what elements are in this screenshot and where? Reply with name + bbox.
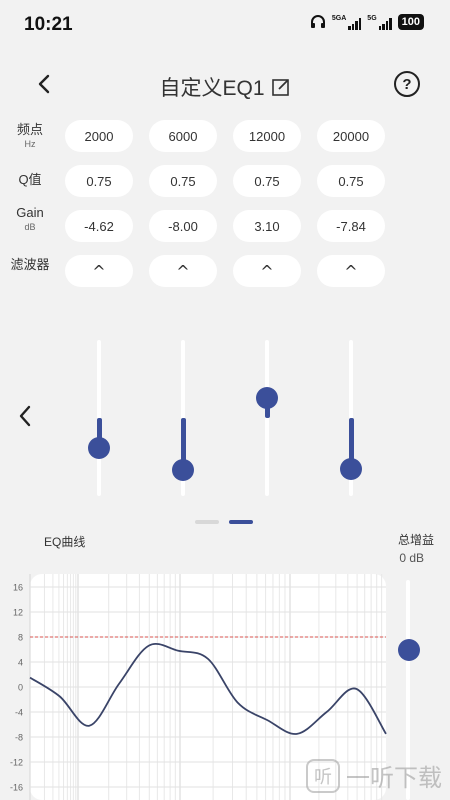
band4-frequency-field[interactable]: 20000 bbox=[317, 120, 385, 152]
band-sliders bbox=[0, 330, 450, 510]
band3-slider-track[interactable] bbox=[265, 340, 269, 496]
band1-gain-field[interactable]: -4.62 bbox=[65, 210, 133, 242]
page-dot-2[interactable] bbox=[229, 520, 253, 524]
band1-frequency-field[interactable]: 2000 bbox=[65, 120, 133, 152]
total-gain-label: 总增益 bbox=[397, 533, 434, 547]
filter-row: 滤波器 ^ ^ ^ ^ bbox=[0, 255, 450, 289]
help-button[interactable]: ? bbox=[394, 71, 420, 97]
band2-gain-field[interactable]: -8.00 bbox=[149, 210, 217, 242]
page-title: 自定义EQ1 bbox=[159, 77, 265, 100]
y-tick-label: 12 bbox=[13, 608, 23, 618]
y-tick-label: -12 bbox=[10, 758, 23, 768]
total-gain-value: 0 dB bbox=[399, 551, 424, 565]
y-tick-label: -8 bbox=[15, 733, 23, 743]
page-indicator bbox=[195, 520, 253, 524]
band4-filter-button[interactable]: ^ bbox=[317, 255, 385, 287]
page-dot-1[interactable] bbox=[195, 520, 219, 524]
band3-gain-field[interactable]: 3.10 bbox=[233, 210, 301, 242]
headphones-icon bbox=[310, 15, 325, 28]
status-icons: 5GA 5G 100 bbox=[310, 14, 424, 30]
y-tick-label: 16 bbox=[13, 583, 23, 593]
q-row: Q值 0.75 0.75 0.75 0.75 bbox=[0, 165, 450, 199]
band1-slider-knob[interactable] bbox=[88, 437, 110, 460]
battery-icon: 100 bbox=[397, 14, 424, 30]
band3-q-field[interactable]: 0.75 bbox=[233, 165, 301, 197]
gain-label: Gain dB bbox=[16, 205, 44, 233]
watermark-text: 一听下载 bbox=[346, 765, 442, 792]
band4-q-field[interactable]: 0.75 bbox=[317, 165, 385, 197]
status-bar: 10:21 5GA 5G 100 bbox=[0, 0, 450, 48]
y-tick-label: -16 bbox=[10, 783, 23, 793]
eq-curve-label: EQ曲线 bbox=[44, 535, 86, 549]
filter-label: 滤波器 bbox=[10, 257, 50, 272]
band2-q-field[interactable]: 0.75 bbox=[149, 165, 217, 197]
band3-filter-button[interactable]: ^ bbox=[233, 255, 301, 287]
band4-slider-knob[interactable] bbox=[340, 457, 362, 480]
peak-filter-icon: ^ bbox=[344, 261, 358, 281]
signal-5ga-icon: 5GA bbox=[332, 15, 362, 30]
y-tick-label: -4 bbox=[15, 708, 23, 718]
band4-gain-field[interactable]: -7.84 bbox=[317, 210, 385, 242]
status-time: 10:21 bbox=[24, 14, 73, 35]
band2-slider-knob[interactable] bbox=[172, 459, 194, 481]
band2-filter-button[interactable]: ^ bbox=[149, 255, 217, 287]
band3-slider-knob[interactable] bbox=[256, 386, 278, 409]
y-tick-label: 8 bbox=[18, 633, 23, 643]
q-label: Q值 bbox=[18, 172, 42, 187]
chevron-left-icon bbox=[19, 405, 31, 427]
band3-frequency-field[interactable]: 12000 bbox=[233, 120, 301, 152]
total-gain-slider-knob[interactable] bbox=[398, 639, 420, 661]
peak-filter-icon: ^ bbox=[92, 261, 106, 281]
band1-filter-button[interactable]: ^ bbox=[65, 255, 133, 287]
y-tick-label: 0 bbox=[18, 683, 23, 693]
previous-bands-button[interactable] bbox=[18, 405, 32, 432]
watermark-logo-icon: 听 bbox=[306, 758, 340, 793]
peak-filter-icon: ^ bbox=[260, 261, 274, 281]
edit-icon[interactable] bbox=[271, 77, 291, 97]
band2-frequency-field[interactable]: 6000 bbox=[149, 120, 217, 152]
frequency-row: 频点 Hz 2000 6000 12000 20000 bbox=[0, 120, 450, 154]
band1-q-field[interactable]: 0.75 bbox=[65, 165, 133, 197]
title-bar: 自定义EQ1 ? bbox=[0, 60, 450, 110]
y-tick-label: 4 bbox=[18, 658, 23, 668]
peak-filter-icon: ^ bbox=[176, 261, 190, 281]
frequency-label: 频点 Hz bbox=[16, 122, 43, 150]
signal-5g-icon: 5G bbox=[367, 15, 392, 30]
watermark: 听 一听下载 bbox=[306, 758, 442, 793]
gain-row: Gain dB -4.62 -8.00 3.10 -7.84 bbox=[0, 206, 450, 244]
